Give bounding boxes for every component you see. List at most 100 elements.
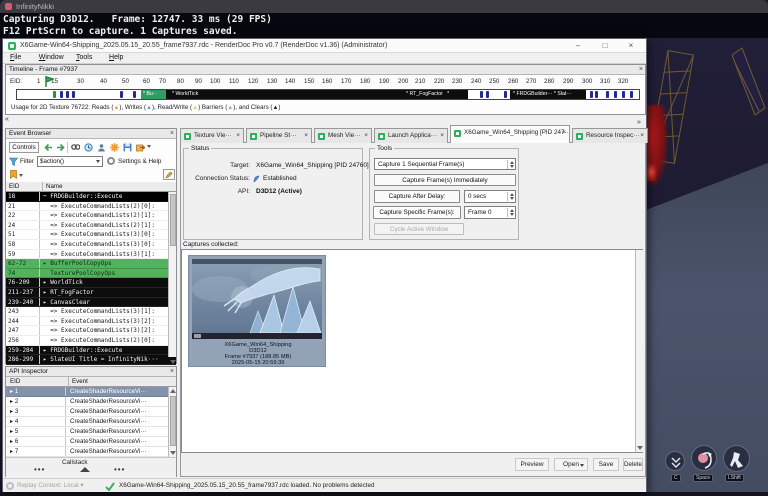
- delete-button[interactable]: Delete: [623, 458, 643, 471]
- maximize-window-icon[interactable]: □: [597, 41, 613, 51]
- timeline-section[interactable]: * WorldTick * RT_FogFactor *: [166, 90, 468, 99]
- open-button[interactable]: Open: [554, 458, 588, 471]
- callstack-collapse-icon[interactable]: [80, 467, 90, 472]
- api-row[interactable]: ▸ 4 CreateShaderResourceVi···: [6, 417, 176, 427]
- event-row[interactable]: 286-299 ▸ SlateUI Title = InfinityNik···: [6, 355, 176, 365]
- timeline-marker[interactable]: [60, 91, 63, 98]
- minimize-window-icon[interactable]: –: [570, 41, 586, 51]
- timeline-close-icon[interactable]: ×: [639, 65, 643, 75]
- sprint-ability-icon[interactable]: [723, 445, 750, 472]
- event-row[interactable]: 211-237 ▸ RT_FogFactor: [6, 287, 176, 298]
- filter-input[interactable]: $action(): [37, 156, 103, 167]
- timeline-marker[interactable]: [595, 91, 598, 98]
- tab-resource-inspec-[interactable]: Resource Inspec··· ×: [572, 128, 648, 143]
- edit-filter-button[interactable]: [163, 169, 175, 180]
- timeline-marker[interactable]: [72, 91, 75, 98]
- event-row[interactable]: 51 => ExecuteCommandLists(3)[0]:: [6, 230, 176, 240]
- api-event-column-header[interactable]: Event: [72, 377, 88, 387]
- capture-after-delay-button[interactable]: Capture After Delay:: [374, 190, 460, 203]
- bookmark-star-icon[interactable]: [110, 143, 119, 152]
- tab-pipeline-st-[interactable]: Pipeline St··· ×: [246, 128, 312, 143]
- settings-gear-icon[interactable]: [107, 157, 115, 165]
- capture-specific-frame-button[interactable]: Capture Specific Frame(s):: [373, 206, 461, 219]
- timeline-header[interactable]: Timeline - Frame #7937 ×: [6, 65, 645, 75]
- stats-user-icon[interactable]: [97, 143, 106, 152]
- event-row[interactable]: 243 => ExecuteCommandLists(3)[1]:: [6, 307, 176, 317]
- capture-mode-spinner[interactable]: Capture 1 Sequential Frame(s): [374, 158, 516, 170]
- api-scrollbar-thumb[interactable]: [170, 396, 176, 446]
- scrollbar-thumb[interactable]: [170, 194, 176, 246]
- api-table-header[interactable]: EID Event: [6, 377, 176, 387]
- menu-tools[interactable]: Tools: [73, 54, 95, 61]
- event-row[interactable]: 239-240 ▸ CanvasClear: [6, 297, 176, 308]
- timeline-marker[interactable]: [590, 91, 593, 98]
- tab-close-icon[interactable]: ×: [304, 129, 308, 143]
- next-event-icon[interactable]: [56, 143, 65, 152]
- descend-ability-icon[interactable]: [665, 451, 685, 471]
- tab-close-icon[interactable]: ×: [236, 129, 240, 143]
- tab-close-icon[interactable]: ×: [364, 129, 368, 143]
- event-row[interactable]: 256 => ExecuteCommandLists(2)[0]:: [6, 335, 176, 346]
- menu-window[interactable]: Window: [36, 54, 67, 61]
- timeline-marker[interactable]: [614, 91, 617, 98]
- api-row[interactable]: ▸ 7 CreateShaderResourceVi···: [6, 447, 176, 457]
- event-row[interactable]: 24 => ExecuteCommandLists(2)[1]:: [6, 220, 176, 231]
- frame-spinner[interactable]: Frame 0: [464, 206, 516, 219]
- settings-help-link[interactable]: Settings & Help: [118, 158, 161, 165]
- tab-texture-vie-[interactable]: Texture Vie··· ×: [180, 128, 244, 143]
- open-dropdown-arrow[interactable]: [580, 464, 584, 467]
- api-row[interactable]: ▸ 6 CreateShaderResourceVi···: [6, 437, 176, 447]
- delay-spinner-arrows[interactable]: [507, 192, 514, 201]
- api-inspector-close-icon[interactable]: ×: [170, 367, 174, 377]
- event-row[interactable]: 59 => ExecuteCommandLists(3)[1]:: [6, 249, 176, 260]
- tab-close-icon[interactable]: ×: [440, 129, 444, 143]
- find-icon[interactable]: [71, 143, 80, 152]
- api-inspector-header[interactable]: API Inspector ×: [6, 367, 176, 377]
- timeline-marker[interactable]: [66, 91, 69, 98]
- timeline-section[interactable]: * FRDGBuilder··· * Slat···: [510, 90, 586, 99]
- event-row[interactable]: 76-209 ▸ WorldTick: [6, 278, 176, 288]
- timeline-marker[interactable]: [622, 91, 625, 98]
- toolbar-dropdown-arrow[interactable]: [147, 145, 151, 148]
- controls-button[interactable]: Controls: [9, 142, 39, 153]
- export-icon[interactable]: [136, 143, 145, 152]
- captures-list[interactable]: X6Game_Win64_Shipping D3D12 Frame #7937 …: [181, 249, 643, 453]
- frame-spinner-arrows[interactable]: [507, 208, 514, 217]
- timeline-section[interactable]: * Bu··: [141, 90, 166, 99]
- filter-dropdown-arrow[interactable]: [96, 160, 100, 163]
- timeline-marker[interactable]: [53, 91, 56, 98]
- api-row[interactable]: ▸ 5 CreateShaderResourceVi···: [6, 427, 176, 437]
- api-scroll-down-icon[interactable]: [170, 451, 176, 455]
- timings-clock-icon[interactable]: [84, 143, 93, 152]
- collapse-chevron[interactable]: «: [5, 116, 9, 123]
- timeline-marker[interactable]: [480, 91, 483, 98]
- event-browser-close-icon[interactable]: ×: [170, 129, 174, 139]
- timeline-marker[interactable]: [504, 91, 507, 98]
- api-scrollbar[interactable]: [168, 387, 176, 457]
- spinner-arrows[interactable]: [507, 160, 514, 169]
- capture-immediately-button[interactable]: Capture Frame(s) Immediately: [374, 174, 516, 186]
- api-eid-column-header[interactable]: EID: [10, 377, 20, 387]
- event-row[interactable]: 22 => ExecuteCommandLists(2)[1]:: [6, 211, 176, 221]
- api-row[interactable]: ▸ 1 CreateShaderResourceVi···: [6, 387, 176, 397]
- menu-help[interactable]: Help: [106, 54, 126, 61]
- tab-launch-applica-[interactable]: Launch Applica··· ×: [374, 128, 448, 143]
- event-row[interactable]: 62-72 ▸ BufferPoolCopyOps: [6, 259, 176, 269]
- timeline-marker[interactable]: [606, 91, 609, 98]
- event-row[interactable]: 21 => ExecuteCommandLists(2)[0]:: [6, 201, 176, 212]
- event-row[interactable]: 247 => ExecuteCommandLists(3)[2]:: [6, 326, 176, 336]
- current-event-flag-icon[interactable]: [45, 76, 54, 88]
- capture-item[interactable]: X6Game_Win64_Shipping D3D12 Frame #7937 …: [188, 255, 326, 367]
- timeline-track[interactable]: * Bu·· * WorldTick * RT_FogFactor * * FRDGB…: [16, 89, 640, 100]
- close-window-icon[interactable]: ×: [623, 41, 639, 51]
- replay-context[interactable]: Replay Context: Local ▾: [17, 479, 84, 492]
- bookmark-icon[interactable]: [9, 170, 18, 179]
- name-column-header[interactable]: Name: [46, 182, 63, 192]
- event-browser-scrollbar[interactable]: [168, 192, 176, 357]
- tab-overflow-chevron[interactable]: »: [637, 119, 641, 126]
- menu-file[interactable]: File: [7, 54, 24, 61]
- jump-ability-icon[interactable]: [691, 445, 717, 471]
- timeline-marker[interactable]: [133, 91, 136, 98]
- tab-close-icon[interactable]: ×: [640, 129, 644, 143]
- timeline-marker[interactable]: [120, 91, 123, 98]
